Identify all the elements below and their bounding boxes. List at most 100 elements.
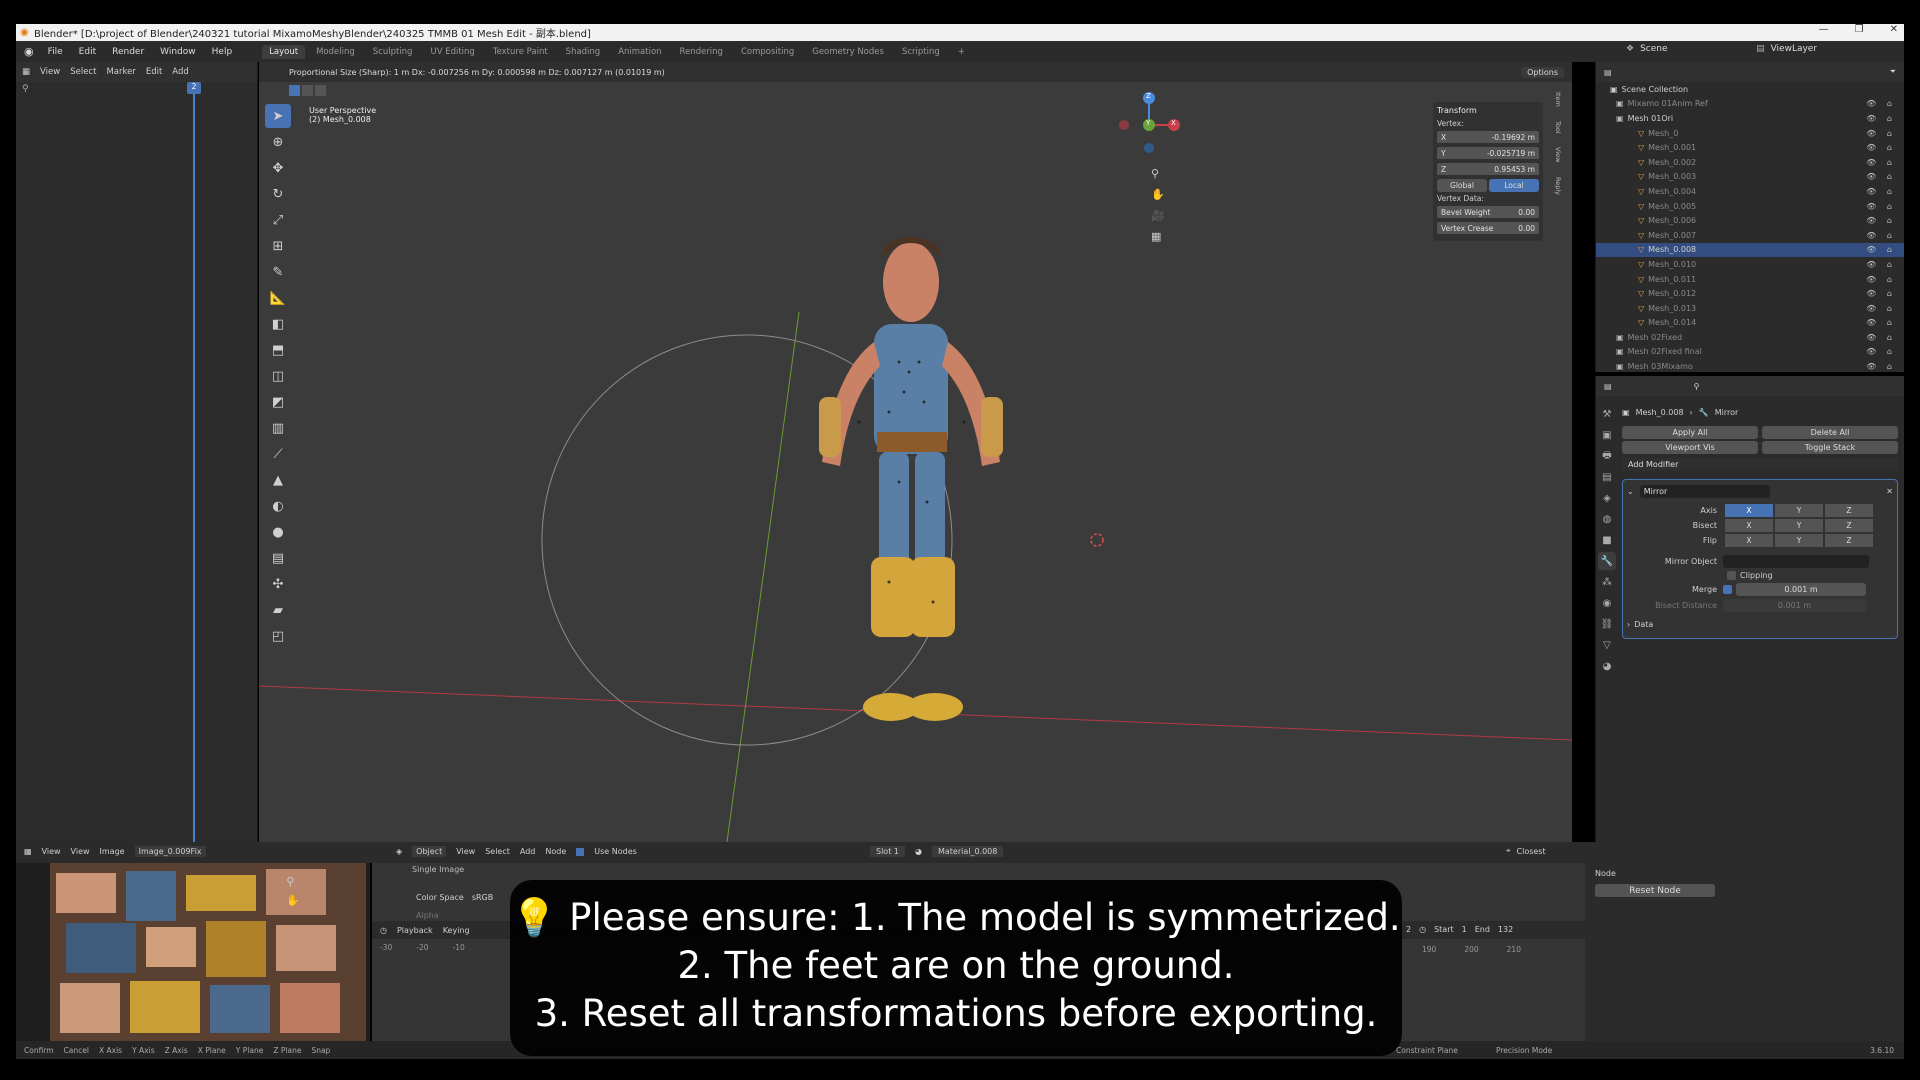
outliner-row[interactable]: ▽ Mesh_0.006 👁 ⌂ xyxy=(1596,213,1904,228)
tab-animation[interactable]: Animation xyxy=(611,45,668,59)
constraints-props-icon[interactable]: ⛓ xyxy=(1598,615,1616,633)
material-field[interactable]: Material_0.008 xyxy=(931,846,1004,857)
mirror-object-field[interactable] xyxy=(1723,555,1869,568)
outliner-row[interactable]: ▽ Mesh_0.011 👁 ⌂ xyxy=(1596,272,1904,287)
image-pan-icon[interactable]: ✋ xyxy=(286,894,300,907)
image-menu-image[interactable]: Image xyxy=(100,847,125,856)
merge-checkbox[interactable] xyxy=(1723,585,1732,594)
outliner-row[interactable]: ▣ Mixamo 01Anim Ref 👁 ⌂ xyxy=(1596,97,1904,112)
visibility-eye-icon[interactable]: 👁 ⌂ xyxy=(1866,289,1896,298)
visibility-eye-icon[interactable]: 👁 ⌂ xyxy=(1866,172,1896,181)
start-field[interactable]: 1 xyxy=(1462,925,1467,934)
navigation-gizmo[interactable]: Z X Y xyxy=(1114,90,1184,160)
image-menu-view[interactable]: View xyxy=(42,847,61,856)
render-props-icon[interactable]: ▣ xyxy=(1598,426,1616,444)
outliner-row[interactable]: ▽ Mesh_0.013 👁 ⌂ xyxy=(1596,301,1904,316)
timeline-type-icon[interactable]: ◷ xyxy=(380,926,387,935)
outliner-filter-icon[interactable]: ⏷ xyxy=(1890,67,1896,77)
minimize-icon[interactable]: — xyxy=(1819,24,1829,35)
modifier-name-field[interactable]: Mirror xyxy=(1639,484,1770,498)
tab-compositing[interactable]: Compositing xyxy=(734,45,801,59)
scene-props-icon[interactable]: ◈ xyxy=(1598,489,1616,507)
outliner-row[interactable]: ▽ Mesh_0.004 👁 ⌂ xyxy=(1596,184,1904,199)
outliner-row[interactable]: ▽ Mesh_0.008 👁 ⌂ xyxy=(1596,242,1904,258)
grid-icon[interactable]: ▦ xyxy=(1151,230,1165,243)
menu-edit[interactable]: Edit xyxy=(73,45,102,59)
tab-rendering[interactable]: Rendering xyxy=(673,45,730,59)
bisect-x-toggle[interactable]: X xyxy=(1725,519,1773,532)
visibility-eye-icon[interactable]: 👁 ⌂ xyxy=(1866,187,1896,196)
flip-y-toggle[interactable]: Y xyxy=(1775,534,1823,547)
close-icon[interactable]: ✕ xyxy=(1890,24,1898,35)
visibility-eye-icon[interactable]: 👁 ⌂ xyxy=(1866,304,1896,313)
image-menu-view-2[interactable]: View xyxy=(71,847,90,856)
axis-z-toggle[interactable]: Z xyxy=(1825,504,1873,517)
object-props-icon[interactable]: ■ xyxy=(1598,531,1616,549)
pan-hand-icon[interactable]: ✋ xyxy=(1151,188,1165,201)
visibility-eye-icon[interactable]: 👁 ⌂ xyxy=(1866,114,1896,123)
material-props-icon[interactable]: ◕ xyxy=(1598,657,1616,675)
visibility-eye-icon[interactable]: 👁 ⌂ xyxy=(1866,158,1896,167)
visibility-eye-icon[interactable]: 👁 ⌂ xyxy=(1866,362,1896,371)
outliner-type-icon[interactable]: ▤ xyxy=(1604,68,1612,77)
bisect-distance-field[interactable]: 0.001 m xyxy=(1723,599,1866,612)
tab-item[interactable]: Item xyxy=(1548,92,1562,107)
add-workspace-button[interactable]: + xyxy=(951,45,972,59)
flip-x-toggle[interactable]: X xyxy=(1725,534,1773,547)
snap-mode-dropdown[interactable]: Closest xyxy=(1517,847,1546,856)
outliner-row[interactable]: ▣ Mesh 03Mixamo 👁 ⌂ xyxy=(1596,359,1904,374)
outliner-row[interactable]: ▣ Mesh 02Fixed 👁 ⌂ xyxy=(1596,330,1904,345)
visibility-eye-icon[interactable]: 👁 ⌂ xyxy=(1866,275,1896,284)
node-mode-dropdown[interactable]: Object xyxy=(412,846,447,857)
zoom-icon[interactable]: ⚲ xyxy=(1151,167,1165,180)
left-menu-marker[interactable]: Marker xyxy=(106,67,135,77)
playhead-line[interactable] xyxy=(193,84,195,842)
delete-all-button[interactable]: Delete All xyxy=(1762,426,1898,439)
data-expand-icon[interactable]: › xyxy=(1627,620,1630,629)
node-editor-type-icon[interactable]: ◈ xyxy=(396,847,402,856)
modifier-props-icon[interactable]: 🔧 xyxy=(1598,552,1616,570)
menu-file[interactable]: File xyxy=(42,45,69,59)
left-menu-select[interactable]: Select xyxy=(70,67,96,77)
visibility-eye-icon[interactable]: 👁 ⌂ xyxy=(1866,347,1896,356)
menu-window[interactable]: Window xyxy=(154,45,202,59)
tab-view[interactable]: View xyxy=(1548,147,1562,162)
tab-scripting[interactable]: Scripting xyxy=(895,45,947,59)
left-menu-edit[interactable]: Edit xyxy=(146,67,162,77)
visibility-eye-icon[interactable]: 👁 ⌂ xyxy=(1866,231,1896,240)
outliner-row[interactable]: ▽ Mesh_0.014 👁 ⌂ xyxy=(1596,316,1904,331)
global-button[interactable]: Global xyxy=(1437,178,1487,192)
tool-props-icon[interactable]: ⚒ xyxy=(1598,405,1616,423)
image-zoom-icon[interactable]: ⚲ xyxy=(286,875,300,888)
keying-menu[interactable]: Keying xyxy=(443,926,470,935)
vertex-x-field[interactable]: X -0.19692 m xyxy=(1437,131,1539,143)
blender-menu-icon[interactable]: ◉ xyxy=(24,45,34,58)
visibility-eye-icon[interactable]: 👁 ⌂ xyxy=(1866,333,1896,342)
snap-icon[interactable]: ⌖ xyxy=(1506,846,1511,856)
use-nodes-checkbox[interactable] xyxy=(576,847,585,856)
view-layer-selector[interactable]: ViewLayer xyxy=(1771,44,1817,54)
axis-y-toggle[interactable]: Y xyxy=(1775,504,1823,517)
outliner-row[interactable]: ▽ Mesh_0.007 👁 ⌂ xyxy=(1596,228,1904,243)
clipping-checkbox[interactable] xyxy=(1727,571,1736,580)
tab-uv-editing[interactable]: UV Editing xyxy=(423,45,481,59)
tab-shading[interactable]: Shading xyxy=(559,45,608,59)
end-field[interactable]: 132 xyxy=(1498,925,1513,934)
axis-x-toggle[interactable]: X xyxy=(1725,504,1773,517)
color-space-dropdown[interactable]: sRGB xyxy=(472,893,493,902)
tab-tool[interactable]: Tool xyxy=(1548,121,1562,134)
visibility-eye-icon[interactable]: 👁 ⌂ xyxy=(1866,202,1896,211)
toggle-stack-button[interactable]: Toggle Stack xyxy=(1762,441,1898,454)
bisect-y-toggle[interactable]: Y xyxy=(1775,519,1823,532)
data-subpanel-label[interactable]: Data xyxy=(1634,620,1653,629)
tab-layout[interactable]: Layout xyxy=(262,44,306,59)
tab-geometry-nodes[interactable]: Geometry Nodes xyxy=(805,45,891,59)
tab-modeling[interactable]: Modeling xyxy=(309,45,362,59)
data-props-icon[interactable]: ▽ xyxy=(1598,636,1616,654)
camera-icon[interactable]: 🎥 xyxy=(1151,209,1165,222)
image-name-field[interactable]: Image_0.009Fix xyxy=(134,846,206,857)
menu-help[interactable]: Help xyxy=(206,45,239,59)
visibility-eye-icon[interactable]: 👁 ⌂ xyxy=(1866,260,1896,269)
tab-reply[interactable]: Reply xyxy=(1548,177,1562,195)
3d-viewport[interactable]: Proportional Size (Sharp): 1 m Dx: -0.00… xyxy=(259,62,1572,842)
